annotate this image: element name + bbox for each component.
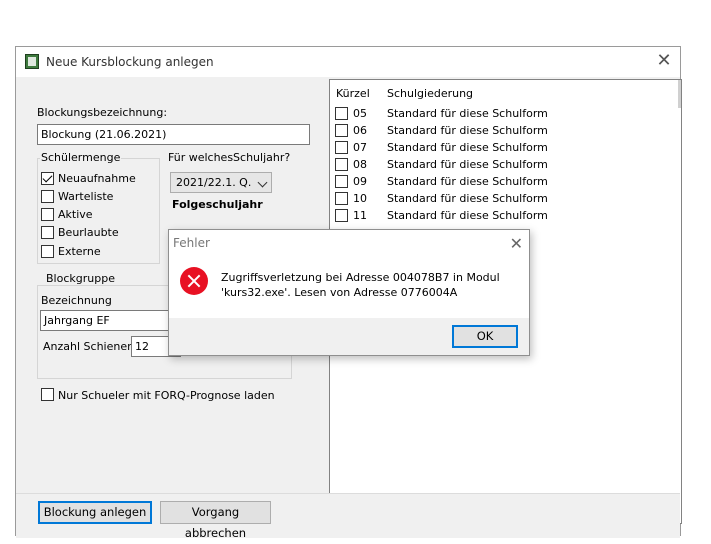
warteliste-label: Warteliste (58, 190, 114, 203)
row-gliederung: Standard für diese Schulform (387, 209, 548, 222)
bezeichnung-label: Bezeichnung (41, 294, 112, 307)
list-item[interactable]: 08 Standard für diese Schulform (330, 157, 670, 174)
dialog-body: Zugriffsverletzung bei Adresse 004078B7 … (169, 256, 529, 318)
dialog-title: Fehler (173, 236, 210, 250)
row-checkbox[interactable] (335, 192, 348, 205)
row-gliederung: Standard für diese Schulform (387, 158, 548, 171)
row-gliederung: Standard für diese Schulform (387, 192, 548, 205)
list-item[interactable]: 06 Standard für diese Schulform (330, 123, 670, 140)
title-bar: Neue Kursblockung anlegen ✕ (16, 47, 680, 77)
col-header-gliederung[interactable]: Schulgiederung (387, 87, 473, 100)
aktive-checkbox[interactable] (41, 208, 54, 221)
list-item[interactable]: 10 Standard für diese Schulform (330, 191, 670, 208)
dialog-title-bar: Fehler ✕ (169, 230, 529, 256)
window-title: Neue Kursblockung anlegen (46, 55, 214, 69)
forq-checkbox[interactable] (41, 388, 54, 401)
forq-label: Nur Schueler mit FORQ-Prognose laden (58, 389, 275, 402)
app-icon (25, 54, 39, 69)
row-checkbox[interactable] (335, 141, 348, 154)
row-kuerzel: 07 (353, 141, 367, 154)
row-checkbox[interactable] (335, 107, 348, 120)
list-item[interactable]: 05 Standard für diese Schulform (330, 106, 670, 123)
list-item[interactable]: 09 Standard für diese Schulform (330, 174, 670, 191)
neuaufnahme-label: Neuaufnahme (58, 172, 136, 185)
error-icon (180, 267, 208, 295)
schienen-label: Anzahl Schienen (43, 340, 135, 353)
row-kuerzel: 05 (353, 107, 367, 120)
beurlaubte-checkbox[interactable] (41, 226, 54, 239)
neuaufnahme-checkbox[interactable] (41, 172, 54, 185)
folgeschuljahr-text: Folgeschuljahr (172, 198, 263, 211)
error-message-line2: 'kurs32.exe'. Lesen von Adresse 0776004A (221, 286, 458, 299)
row-kuerzel: 06 (353, 124, 367, 137)
schuljahr-label: Für welchesSchuljahr? (168, 151, 291, 164)
row-kuerzel: 09 (353, 175, 367, 188)
row-gliederung: Standard für diese Schulform (387, 124, 548, 137)
schuelermenge-label: Schülermenge (40, 151, 122, 164)
chevron-down-icon (257, 177, 268, 188)
error-dialog: Fehler ✕ Zugriffsverletzung bei Adresse … (168, 229, 530, 356)
blockung-label: Blockungsbezeichnung: (37, 106, 168, 119)
schuljahr-value: 2021/22.1. Q. (176, 176, 252, 189)
close-icon[interactable]: ✕ (654, 52, 674, 72)
list-item[interactable]: 07 Standard für diese Schulform (330, 140, 670, 157)
blockung-anlegen-button[interactable]: Blockung anlegen (38, 501, 152, 524)
vorgang-abbrechen-button[interactable]: Vorgang abbrechen (160, 501, 271, 540)
row-checkbox[interactable] (335, 124, 348, 137)
row-checkbox[interactable] (335, 158, 348, 171)
blockung-input[interactable]: Blockung (21.06.2021) (37, 124, 310, 145)
scrollbar[interactable] (678, 80, 681, 108)
externe-checkbox[interactable] (41, 245, 54, 258)
row-kuerzel: 10 (353, 192, 367, 205)
row-checkbox[interactable] (335, 175, 348, 188)
button-bar: Blockung anlegen Vorgang abbrechen (16, 493, 680, 540)
externe-label: Externe (58, 245, 101, 258)
row-gliederung: Standard für diese Schulform (387, 141, 548, 154)
row-kuerzel: 08 (353, 158, 367, 171)
schuljahr-select[interactable]: 2021/22.1. Q. (170, 172, 272, 193)
ok-button[interactable]: OK (452, 325, 518, 348)
aktive-label: Aktive (58, 208, 93, 221)
bezeichnung-input[interactable]: Jahrgang EF (40, 310, 180, 331)
row-gliederung: Standard für diese Schulform (387, 175, 548, 188)
close-icon[interactable]: ✕ (510, 234, 523, 253)
schienen-value: 12 (135, 340, 149, 353)
beurlaubte-label: Beurlaubte (58, 226, 119, 239)
error-message: Zugriffsverletzung bei Adresse 004078B7 … (221, 270, 500, 300)
col-header-kuerzel[interactable]: Kürzel (336, 87, 370, 100)
row-kuerzel: 11 (353, 209, 367, 222)
list-item[interactable]: 11 Standard für diese Schulform (330, 208, 670, 225)
row-gliederung: Standard für diese Schulform (387, 107, 548, 120)
row-checkbox[interactable] (335, 209, 348, 222)
blockgruppe-label: Blockgruppe (44, 272, 117, 285)
error-message-line1: Zugriffsverletzung bei Adresse 004078B7 … (221, 271, 500, 284)
warteliste-checkbox[interactable] (41, 190, 54, 203)
